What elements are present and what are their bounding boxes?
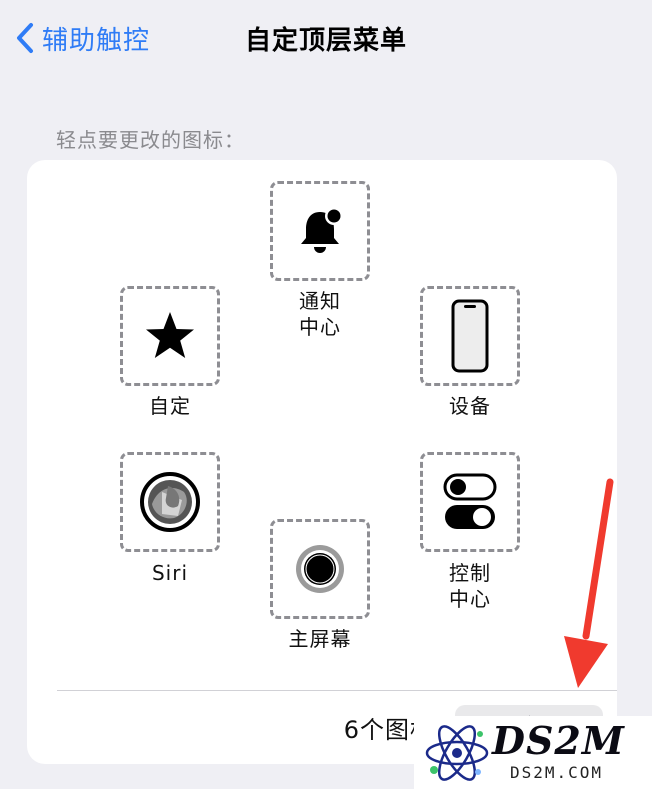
atom-logo-icon: [425, 725, 489, 781]
page-title: 自定顶层菜单: [244, 26, 407, 56]
slot-label-siri: Siri: [151, 561, 189, 585]
divider: [57, 690, 617, 691]
slot-label-custom: 自定: [149, 394, 191, 418]
slot-label-device: 设备: [449, 394, 491, 418]
slot-home[interactable]: [270, 519, 370, 619]
siri-icon: [140, 472, 200, 532]
slot-custom[interactable]: [120, 286, 220, 386]
slot-siri[interactable]: [120, 452, 220, 552]
iphone-icon: [451, 299, 489, 373]
watermark-url: DS2M.COM: [510, 763, 604, 782]
section-hint: 轻点要更改的图标：: [56, 128, 245, 152]
menu-editor-card: 通知 中心 自定 设备 Siri 控制 中心 主屏幕 6个图标: [27, 160, 617, 764]
watermark-text: DS2M: [492, 718, 625, 763]
star-icon: [146, 312, 194, 358]
slot-label-control-center: 控制 中心: [449, 561, 491, 611]
navigation-bar: 辅助触控 自定顶层菜单: [0, 0, 652, 76]
bell-icon: [301, 207, 343, 253]
slot-device[interactable]: [420, 286, 520, 386]
toggle-switches-icon: [443, 473, 497, 529]
watermark: DS2M DS2M.COM: [414, 716, 652, 789]
slot-control-center[interactable]: [420, 452, 520, 552]
slot-label-home: 主屏幕: [288, 627, 352, 651]
slot-notification-center[interactable]: [270, 181, 370, 281]
slot-label-notification-center: 通知 中心: [299, 289, 341, 339]
home-button-icon: [296, 545, 344, 593]
